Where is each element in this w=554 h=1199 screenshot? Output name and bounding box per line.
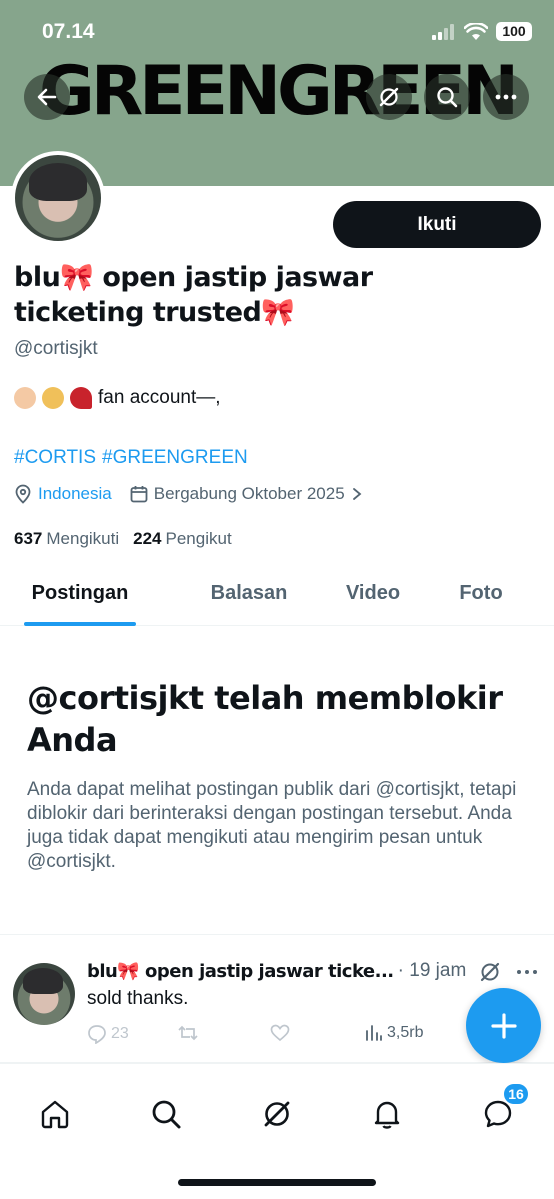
followers-count: 224	[133, 529, 162, 548]
banner-text: GREENGREEN	[39, 52, 519, 131]
status-bar: 07.14 100	[0, 0, 554, 60]
nav-grok[interactable]	[257, 1094, 297, 1134]
like-button[interactable]	[270, 1024, 290, 1042]
home-icon	[41, 1100, 69, 1129]
profile-meta: Indonesia Bergabung Oktober 2025	[14, 484, 363, 504]
tweet-text: sold thanks.	[87, 988, 189, 1009]
profile-hashtags: #CORTIS #GREENGREEN	[14, 447, 254, 469]
tweet-avatar[interactable]	[13, 963, 75, 1025]
tweet-actions: 23 3,5rb	[87, 1022, 447, 1048]
tab-photos[interactable]: Foto	[408, 560, 554, 626]
followers-label: Pengikut	[165, 529, 232, 548]
plus-icon	[490, 1012, 517, 1039]
more-options-button[interactable]	[483, 74, 529, 120]
grok-icon	[264, 1101, 290, 1127]
bio-text: fan account—,	[98, 387, 221, 408]
reply-icon	[88, 1025, 106, 1044]
profile-stats: 637 Mengikuti 224 Pengikut	[14, 529, 232, 549]
following-link[interactable]: 637 Mengikuti	[14, 529, 119, 549]
tab-posts[interactable]: Postingan	[0, 560, 160, 626]
search-icon	[152, 1100, 181, 1129]
profile-handle: @cortisjkt	[14, 338, 98, 359]
following-label: Mengikuti	[46, 529, 120, 548]
hamster-emoji-icon	[14, 387, 36, 409]
battery-indicator: 100	[496, 22, 532, 41]
nav-notifications[interactable]	[367, 1094, 407, 1134]
hashtag-link[interactable]: #GREENGREEN	[102, 447, 248, 468]
messages-badge: 16	[502, 1082, 530, 1106]
calendar-icon	[130, 486, 148, 503]
grok-icon[interactable]	[478, 960, 502, 984]
rose-emoji-icon	[70, 387, 92, 409]
tab-replies[interactable]: Balasan	[160, 560, 338, 626]
wifi-icon	[464, 22, 488, 40]
search-button[interactable]	[424, 74, 470, 120]
follow-button[interactable]: Ikuti	[333, 201, 541, 248]
tweet-header: blu🎀 open jastip jaswar ticke... · 19 ja…	[87, 960, 466, 982]
views-count: 3,5rb	[387, 1024, 424, 1041]
profile-tabs: Postingan Balasan Video Foto	[0, 560, 554, 626]
profile-joined-date: Bergabung Oktober 2025	[153, 484, 345, 503]
arrow-left-icon	[37, 88, 57, 106]
status-icons: 100	[432, 22, 532, 41]
profile-location[interactable]: Indonesia	[38, 484, 112, 504]
blocked-title: @cortisjkt telah memblokir Anda	[27, 679, 503, 759]
profile-avatar[interactable]	[11, 151, 105, 245]
avatar-image	[23, 968, 63, 994]
bell-icon	[374, 1101, 400, 1129]
home-indicator	[178, 1179, 376, 1186]
search-icon	[437, 87, 458, 108]
status-time: 07.14	[42, 20, 95, 43]
nav-messages[interactable]: 16	[478, 1082, 530, 1134]
profile-bio: fan account—,	[14, 387, 221, 409]
views-button[interactable]: 3,5rb	[365, 1024, 423, 1042]
cat-emoji-icon	[42, 387, 64, 409]
views-chart-icon	[366, 1025, 382, 1041]
compose-button[interactable]	[466, 988, 541, 1063]
grok-icon	[379, 87, 399, 107]
repost-button[interactable]	[177, 1024, 199, 1042]
nav-search[interactable]	[146, 1094, 186, 1134]
reply-button[interactable]: 23	[87, 1024, 129, 1044]
followers-link[interactable]: 224 Pengikut	[133, 529, 232, 549]
signal-icon	[432, 23, 454, 40]
chevron-right-icon[interactable]	[351, 487, 363, 501]
following-count: 637	[14, 529, 43, 548]
profile-name: blu🎀 open jastip jaswar ticketing truste…	[14, 262, 373, 328]
nav-home[interactable]	[35, 1094, 75, 1134]
divider	[0, 934, 554, 935]
back-button[interactable]	[24, 74, 70, 120]
location-pin-icon	[15, 484, 31, 504]
avatar-image	[29, 163, 87, 201]
tweet-more-icon[interactable]	[516, 968, 538, 976]
hashtag-link[interactable]: #CORTIS	[14, 447, 96, 468]
heart-icon	[270, 1024, 290, 1042]
tweet-timestamp: · 19 jam	[397, 960, 467, 981]
tab-video[interactable]: Video	[338, 560, 408, 626]
reply-count: 23	[111, 1025, 129, 1042]
blocked-description: Anda dapat melihat postingan publik dari…	[27, 779, 517, 872]
more-horizontal-icon	[495, 94, 517, 100]
tweet-author-name[interactable]: blu🎀 open jastip jaswar ticke...	[87, 961, 394, 982]
grok-button[interactable]	[366, 74, 412, 120]
repost-icon	[178, 1025, 198, 1041]
